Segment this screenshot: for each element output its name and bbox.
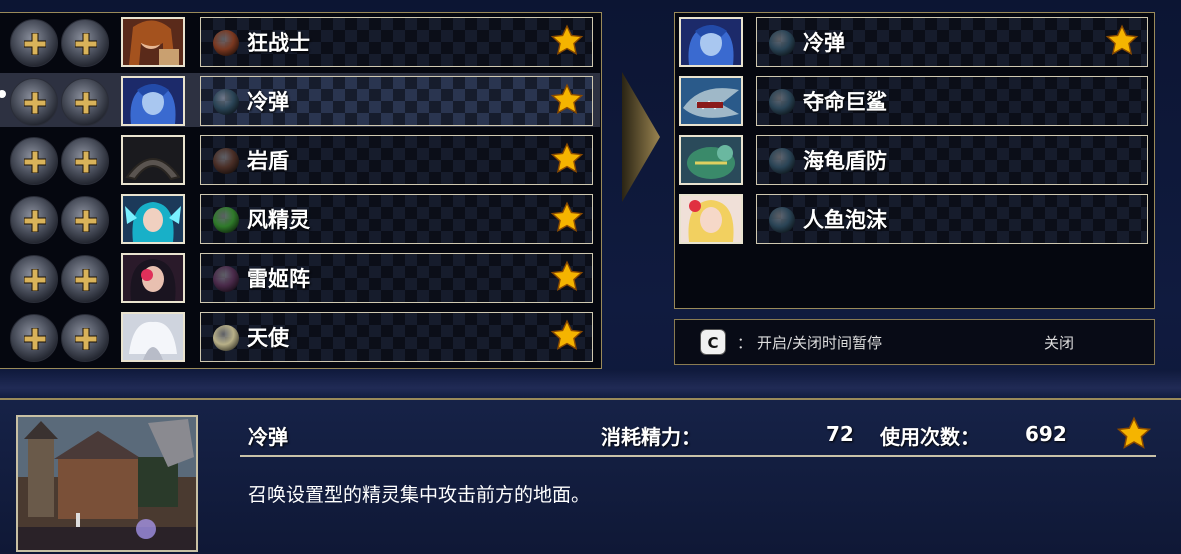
slot-assign-button-b[interactable] xyxy=(61,314,109,362)
element-orb-icon xyxy=(213,266,239,292)
skill-name: 冷弹 xyxy=(247,89,289,114)
slot-assign-button-a[interactable] xyxy=(10,137,58,185)
energy-cost-label: 消耗精力： xyxy=(601,425,701,449)
favorite-star-icon[interactable] xyxy=(550,142,584,176)
favorite-star-icon[interactable] xyxy=(550,24,584,58)
portrait-turtle-shield xyxy=(679,135,743,185)
c-key-icon[interactable]: C xyxy=(700,329,726,355)
skill-name: 冷弹 xyxy=(803,30,845,55)
hint-label: 开启/关闭时间暂停 xyxy=(757,334,883,352)
favorite-star-icon[interactable] xyxy=(550,201,584,235)
use-count-value: 692 xyxy=(1025,422,1067,446)
slot-assign-button-b[interactable] xyxy=(61,19,109,67)
slot-assign-button-a[interactable] xyxy=(10,19,58,67)
favorite-star-icon[interactable] xyxy=(550,319,584,353)
element-orb-icon xyxy=(769,148,795,174)
slot-assign-button-a[interactable] xyxy=(10,255,58,303)
detail-divider xyxy=(240,455,1156,457)
skill-slot[interactable]: 狂战士 xyxy=(200,17,593,67)
element-orb-icon xyxy=(213,207,239,233)
favorite-star-icon[interactable] xyxy=(1116,416,1152,452)
skill-preview-image xyxy=(16,415,198,552)
skill-slot[interactable]: 雷姬阵 xyxy=(200,253,593,303)
skill-slot[interactable]: 人鱼泡沫 xyxy=(756,194,1148,244)
slot-assign-button-a[interactable] xyxy=(10,314,58,362)
portrait-killer-shark xyxy=(679,76,743,126)
element-orb-icon xyxy=(213,325,239,351)
skill-description: 召唤设置型的精灵集中攻击前方的地面。 xyxy=(248,484,591,506)
element-orb-icon xyxy=(769,207,795,233)
skill-name: 天使 xyxy=(247,325,289,350)
detail-skill-name: 冷弹 xyxy=(248,425,288,449)
skill-name: 海龟盾防 xyxy=(803,148,887,173)
skill-slot[interactable]: 天使 xyxy=(200,312,593,362)
skill-slot[interactable]: 风精灵 xyxy=(200,194,593,244)
skill-slot[interactable]: 岩盾 xyxy=(200,135,593,185)
portrait-rock-shield xyxy=(121,135,185,185)
skill-slot[interactable]: 海龟盾防 xyxy=(756,135,1148,185)
portrait-mermaid-bubble xyxy=(679,194,743,244)
skill-name: 狂战士 xyxy=(247,30,310,55)
skill-slot-selected[interactable]: 冷弹 xyxy=(200,76,593,126)
element-orb-icon xyxy=(769,30,795,56)
element-orb-icon xyxy=(213,148,239,174)
slot-assign-button-b[interactable] xyxy=(61,196,109,244)
skill-name: 风精灵 xyxy=(247,207,310,232)
time-pause-state[interactable]: 关闭 xyxy=(1044,332,1074,353)
skill-slot[interactable]: 夺命巨鲨 xyxy=(756,76,1148,126)
portrait-angel xyxy=(121,312,185,362)
chevron-right-icon xyxy=(622,72,660,202)
skill-name: 夺命巨鲨 xyxy=(803,89,887,114)
portrait-cold-shot xyxy=(679,17,743,67)
skill-name: 岩盾 xyxy=(247,148,289,173)
slot-assign-button-a[interactable] xyxy=(10,196,58,244)
use-count-label: 使用次数： xyxy=(880,425,980,449)
skill-name: 人鱼泡沫 xyxy=(803,207,887,232)
portrait-cold-shot xyxy=(121,76,185,126)
slot-assign-button-a[interactable] xyxy=(10,78,58,126)
portrait-thunder-princess xyxy=(121,253,185,303)
favorite-star-icon[interactable] xyxy=(550,83,584,117)
favorite-star-icon[interactable] xyxy=(1105,24,1139,58)
time-pause-hint: C ： 开启/关闭时间暂停 关闭 xyxy=(674,319,1155,365)
hint-colon: ： xyxy=(737,334,753,352)
portrait-berserker xyxy=(121,17,185,67)
slot-assign-button-b[interactable] xyxy=(61,255,109,303)
portrait-wind-spirit xyxy=(121,194,185,244)
skill-slot[interactable]: 冷弹 xyxy=(756,17,1148,67)
favorite-star-icon[interactable] xyxy=(550,260,584,294)
element-orb-icon xyxy=(769,89,795,115)
slot-assign-button-b[interactable] xyxy=(61,78,109,126)
energy-cost-value: 72 xyxy=(826,422,854,446)
slot-assign-button-b[interactable] xyxy=(61,137,109,185)
element-orb-icon xyxy=(213,30,239,56)
element-orb-icon xyxy=(213,89,239,115)
skill-name: 雷姬阵 xyxy=(247,266,310,291)
